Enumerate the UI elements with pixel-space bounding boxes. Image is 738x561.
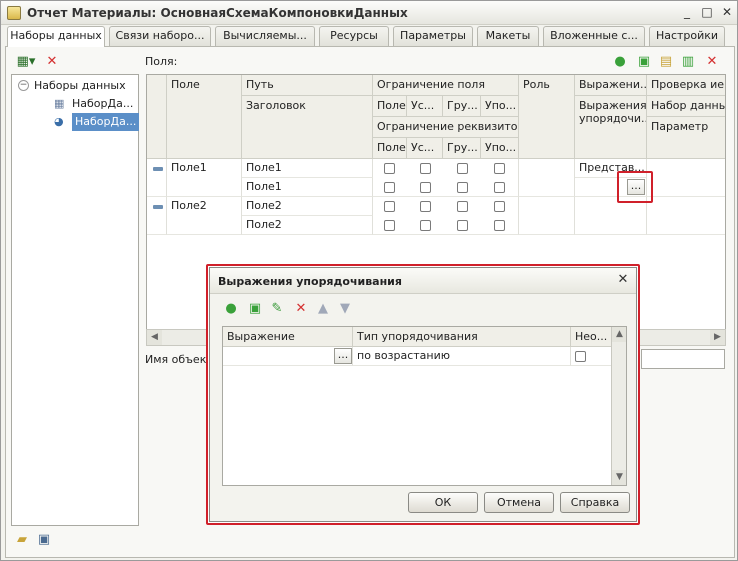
row2-field-restrict-checkbox[interactable] [384,201,395,212]
table-icon: ▦ [54,97,65,110]
save-icon[interactable]: ▣ [35,531,53,549]
tab-strip: Наборы данных Связи наборо... Вычисляемы… [5,26,735,47]
add-folder-icon[interactable]: ▤ [657,53,675,71]
object-name-input[interactable] [641,349,725,369]
row2-role[interactable] [519,197,575,235]
scroll-left-icon[interactable]: ◀ [147,330,162,345]
maximize-button[interactable]: □ [699,5,715,20]
title-bar: Отчет Материалы: ОсновнаяСхемаКомпоновки… [1,1,737,25]
tree-item-dataset-2[interactable]: НаборДа... [72,113,140,131]
window-title: Отчет Материалы: ОсновнаяСхемаКомпоновки… [27,6,408,20]
tab-calculated-fields[interactable]: Вычисляемы... [215,26,315,46]
tab-dataset-links[interactable]: Связи наборо... [109,26,211,46]
field-icon [153,205,163,209]
row2-hierarchy[interactable] [647,197,725,235]
header-sub-field[interactable]: Поле [373,96,407,117]
row2-attr-field-checkbox[interactable] [384,220,395,231]
tree-item-dataset-1[interactable]: НаборДа... [72,95,133,113]
scroll-right-icon[interactable]: ▶ [710,330,725,345]
add-icon[interactable]: ● [611,53,629,71]
row1-field-restrict-checkbox[interactable] [384,163,395,174]
row2-attr-group-checkbox[interactable] [457,220,468,231]
row2-field[interactable]: Поле2 [167,197,242,235]
row2-attr-order-checkbox[interactable] [494,220,505,231]
tab-parameters[interactable]: Параметры [393,26,473,46]
header-attr-condition[interactable]: Ус... [407,138,443,159]
row1-hierarchy[interactable] [647,159,725,197]
header-marker [147,75,167,159]
add-dataset-icon[interactable]: ▦▾ [13,53,39,71]
query-icon: ◕ [54,115,64,128]
delete-field-icon[interactable]: ✕ [703,53,721,71]
app-icon [7,6,21,20]
row1-group-restrict-checkbox[interactable] [457,163,468,174]
open-folder-icon[interactable]: ▰ [13,531,31,549]
tab-datasets[interactable]: Наборы данных [7,26,105,47]
close-button[interactable]: ✕ [719,5,735,20]
row1-field[interactable]: Поле1 [167,159,242,197]
header-dataset[interactable]: Набор данных [647,96,725,117]
row2-order-restrict-checkbox[interactable] [494,201,505,212]
row1-attr-order-checkbox[interactable] [494,182,505,193]
header-path[interactable]: Путь [242,75,373,96]
row1-order-restrict-checkbox[interactable] [494,163,505,174]
main-window: Отчет Материалы: ОсновнаяСхемаКомпоновки… [0,0,738,561]
tab-resources[interactable]: Ресурсы [319,26,389,46]
row2-title[interactable]: Поле2 [242,216,373,235]
row1-role[interactable] [519,159,575,197]
header-expressions[interactable]: Выражени... [575,75,647,96]
header-sub-group[interactable]: Гру... [443,96,481,117]
table-row[interactable] [147,197,167,235]
header-title[interactable]: Заголовок [242,96,373,159]
row2-path[interactable]: Поле2 [242,197,373,216]
highlight-box [617,171,653,203]
datasets-tree: − Наборы данных ▦ НаборДа... ◕ НаборДа..… [11,74,140,526]
header-field-restriction[interactable]: Ограничение поля [373,75,519,96]
header-sub-order[interactable]: Упо... [481,96,519,117]
tab-settings[interactable]: Настройки [649,26,725,46]
add-field-icon[interactable]: ▣ [635,53,653,71]
fields-label: Поля: [145,55,178,68]
row2-attr-cond-checkbox[interactable] [420,220,431,231]
row1-attr-field-checkbox[interactable] [384,182,395,193]
tab-nested-schemes[interactable]: Вложенные с... [543,26,645,46]
header-field[interactable]: Поле [167,75,242,159]
row1-path[interactable]: Поле1 [242,159,373,178]
header-attr-restriction[interactable]: Ограничение реквизитов [373,117,519,138]
delete-icon[interactable]: ✕ [43,53,61,71]
row1-attr-cond-checkbox[interactable] [420,182,431,193]
table-row[interactable] [147,159,167,197]
tree-root[interactable]: Наборы данных [34,77,126,95]
header-attr-order[interactable]: Упо... [481,138,519,159]
field-icon [153,167,163,171]
minimize-button[interactable]: _ [679,5,695,20]
row2-cond-restrict-checkbox[interactable] [420,201,431,212]
row1-title[interactable]: Поле1 [242,178,373,197]
header-parameter[interactable]: Параметр [647,117,725,159]
header-order-expressions[interactable]: Выражения упорядочи... [575,96,647,159]
row1-attr-group-checkbox[interactable] [457,182,468,193]
add-attribute-icon[interactable]: ▥ [679,53,697,71]
header-hierarchy-check[interactable]: Проверка иера [647,75,725,96]
row1-cond-restrict-checkbox[interactable] [420,163,431,174]
header-attr-group[interactable]: Гру... [443,138,481,159]
tab-templates[interactable]: Макеты [477,26,539,46]
header-attr-field[interactable]: Поле [373,138,407,159]
header-sub-condition[interactable]: Ус... [407,96,443,117]
row2-group-restrict-checkbox[interactable] [457,201,468,212]
header-role[interactable]: Роль [519,75,575,159]
collapse-icon[interactable]: − [18,80,29,91]
dialog-highlight-box [206,264,640,525]
